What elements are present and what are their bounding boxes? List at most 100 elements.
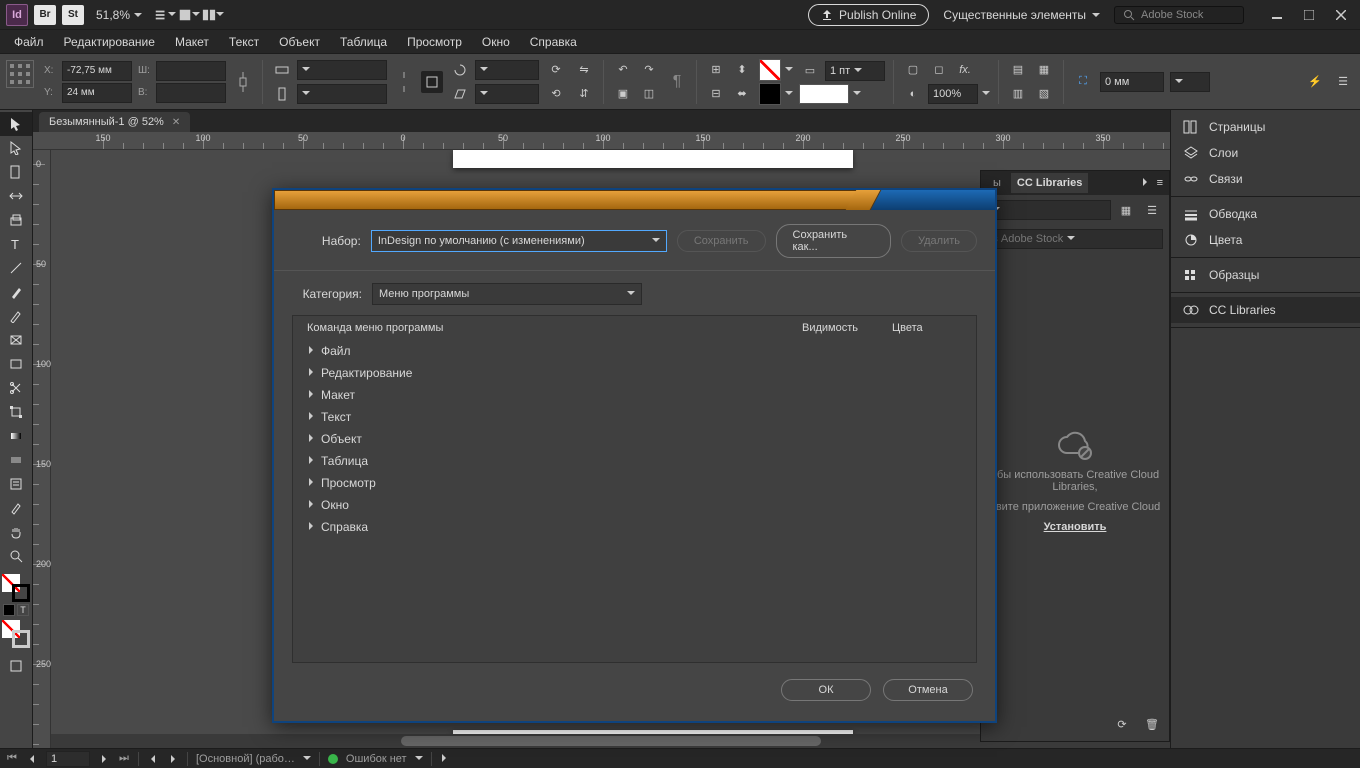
document-tab[interactable]: Безымянный-1 @ 52% ✕ [39, 112, 190, 132]
table-row[interactable]: Просмотр [293, 472, 976, 494]
text-wrap-around-icon[interactable]: ▦ [1033, 59, 1055, 81]
stroke-style-swatch[interactable] [799, 84, 849, 104]
text-wrap-next-icon[interactable]: ▧ [1033, 83, 1055, 105]
menu-file[interactable]: Файл [4, 31, 54, 53]
table-row[interactable]: Справка [293, 516, 976, 538]
table-row[interactable]: Окно [293, 494, 976, 516]
cc-library-select[interactable] [987, 200, 1111, 220]
table-row[interactable]: Файл [293, 340, 976, 362]
redo-icon[interactable]: ↷ [638, 59, 660, 81]
fx-option-2-icon[interactable]: ◻ [928, 59, 950, 81]
expand-icon[interactable] [307, 478, 315, 489]
grid-view-icon[interactable]: ▦ [1115, 199, 1137, 221]
page-number-input[interactable]: 1 [46, 751, 90, 767]
cc-stock-search[interactable]: в Adobe Stock [987, 229, 1163, 249]
adobe-stock-search[interactable]: Adobe Stock [1114, 6, 1244, 24]
align-icon-4[interactable]: ⬌ [731, 83, 753, 105]
fx-option-1-icon[interactable]: ▢ [902, 59, 924, 81]
panel-menu-icon[interactable]: ≡ [1157, 177, 1163, 189]
cc-tab-libraries[interactable]: CC Libraries [1011, 173, 1088, 193]
undo-icon[interactable]: ↶ [612, 59, 634, 81]
select-content-icon[interactable]: ◫ [638, 83, 660, 105]
content-collector-tool[interactable] [0, 208, 32, 232]
expand-icon[interactable] [307, 522, 315, 533]
corner-size-input[interactable]: 0 мм [1100, 72, 1164, 92]
quick-apply-icon[interactable]: ⚡ [1304, 71, 1326, 93]
panel-pages[interactable]: Страницы [1171, 114, 1360, 140]
table-row[interactable]: Таблица [293, 450, 976, 472]
color-apply-row[interactable]: T [3, 604, 29, 616]
window-close[interactable] [1328, 5, 1354, 25]
expand-icon[interactable] [307, 390, 315, 401]
corner-options-icon[interactable]: ⛶ [1072, 71, 1094, 93]
eyedropper-tool[interactable] [0, 496, 32, 520]
scale-y-icon[interactable] [271, 83, 293, 105]
last-page-icon[interactable]: ⏭ [118, 753, 130, 765]
next-page-icon[interactable] [98, 753, 110, 765]
menu-edit[interactable]: Редактирование [54, 31, 165, 53]
menu-view[interactable]: Просмотр [397, 31, 472, 53]
reference-point-proxy[interactable] [6, 60, 38, 104]
type-tool[interactable]: T [0, 232, 32, 256]
panel-layers[interactable]: Слои [1171, 140, 1360, 166]
align-icon-2[interactable]: ⬍ [731, 59, 753, 81]
collapse-icon[interactable] [1141, 177, 1149, 189]
scissors-tool[interactable] [0, 376, 32, 400]
preflight-status[interactable]: Ошибок нет [346, 753, 407, 765]
flip-vertical-icon[interactable]: ⇵ [573, 83, 595, 105]
paragraph-icon[interactable]: ¶ [666, 71, 688, 93]
h-input[interactable] [156, 83, 226, 103]
rectangle-frame-tool[interactable] [0, 328, 32, 352]
chevron-down-icon[interactable] [415, 753, 423, 765]
workspace-switcher[interactable]: Существенные элементы [935, 5, 1108, 25]
constrain-scale-icon[interactable] [393, 71, 415, 93]
menu-table[interactable]: Таблица [330, 31, 397, 53]
direct-selection-tool[interactable] [0, 136, 32, 160]
corner-shape-input[interactable] [1170, 72, 1210, 92]
close-tab-icon[interactable]: ✕ [172, 117, 180, 128]
selection-tool[interactable] [0, 112, 32, 136]
expand-icon[interactable] [307, 500, 315, 511]
menu-window[interactable]: Окно [472, 31, 520, 53]
master-page-label[interactable]: [Основной] (рабо… [196, 753, 295, 765]
cc-sync-icon[interactable]: ⟳ [1111, 713, 1133, 735]
scrollbar-thumb[interactable] [401, 736, 821, 746]
fill-swatch-none[interactable] [759, 59, 781, 81]
category-dropdown[interactable]: Меню программы [372, 283, 642, 305]
rotate-container-icon[interactable] [421, 71, 443, 93]
prev-page-icon[interactable] [26, 753, 38, 765]
rotate-90-cw-icon[interactable]: ⟳ [545, 59, 567, 81]
shear-input[interactable] [475, 84, 539, 104]
fx-icon[interactable]: fx. [954, 59, 976, 81]
screen-mode-icon[interactable] [178, 4, 200, 26]
gap-tool[interactable] [0, 184, 32, 208]
cancel-button[interactable]: Отмена [883, 679, 973, 701]
ruler-vertical[interactable]: 050100150200250 [33, 150, 51, 748]
scale-x-icon[interactable] [271, 59, 293, 81]
status-menu-icon[interactable] [440, 753, 448, 765]
chevron-down-icon[interactable] [785, 88, 793, 100]
flip-horizontal-icon[interactable]: ⇋ [573, 59, 595, 81]
x-input[interactable]: -72,75 мм [62, 61, 132, 81]
panel-stroke[interactable]: Обводка [1171, 201, 1360, 227]
rotate-input[interactable] [475, 60, 539, 80]
y-input[interactable]: 24 мм [62, 83, 132, 103]
align-icon-3[interactable]: ⊟ [705, 83, 727, 105]
ok-button[interactable]: ОК [781, 679, 871, 701]
menu-help[interactable]: Справка [520, 31, 587, 53]
rotate-icon[interactable] [449, 59, 471, 81]
line-tool[interactable] [0, 256, 32, 280]
hand-tool[interactable] [0, 520, 32, 544]
expand-icon[interactable] [307, 368, 315, 379]
panel-swatches[interactable]: Образцы [1171, 262, 1360, 288]
stroke-swatch-black[interactable] [759, 83, 781, 105]
constrain-proportions-icon[interactable] [232, 71, 254, 93]
scale-x-input[interactable] [297, 60, 387, 80]
gradient-swatch-tool[interactable] [0, 424, 32, 448]
list-view-icon[interactable]: ☰ [1141, 199, 1163, 221]
zoom-tool[interactable] [0, 544, 32, 568]
select-container-icon[interactable]: ▣ [612, 83, 634, 105]
control-menu-icon[interactable]: ☰ [1332, 71, 1354, 93]
chevron-down-icon[interactable] [785, 64, 793, 76]
dialog-titlebar[interactable] [274, 190, 995, 210]
